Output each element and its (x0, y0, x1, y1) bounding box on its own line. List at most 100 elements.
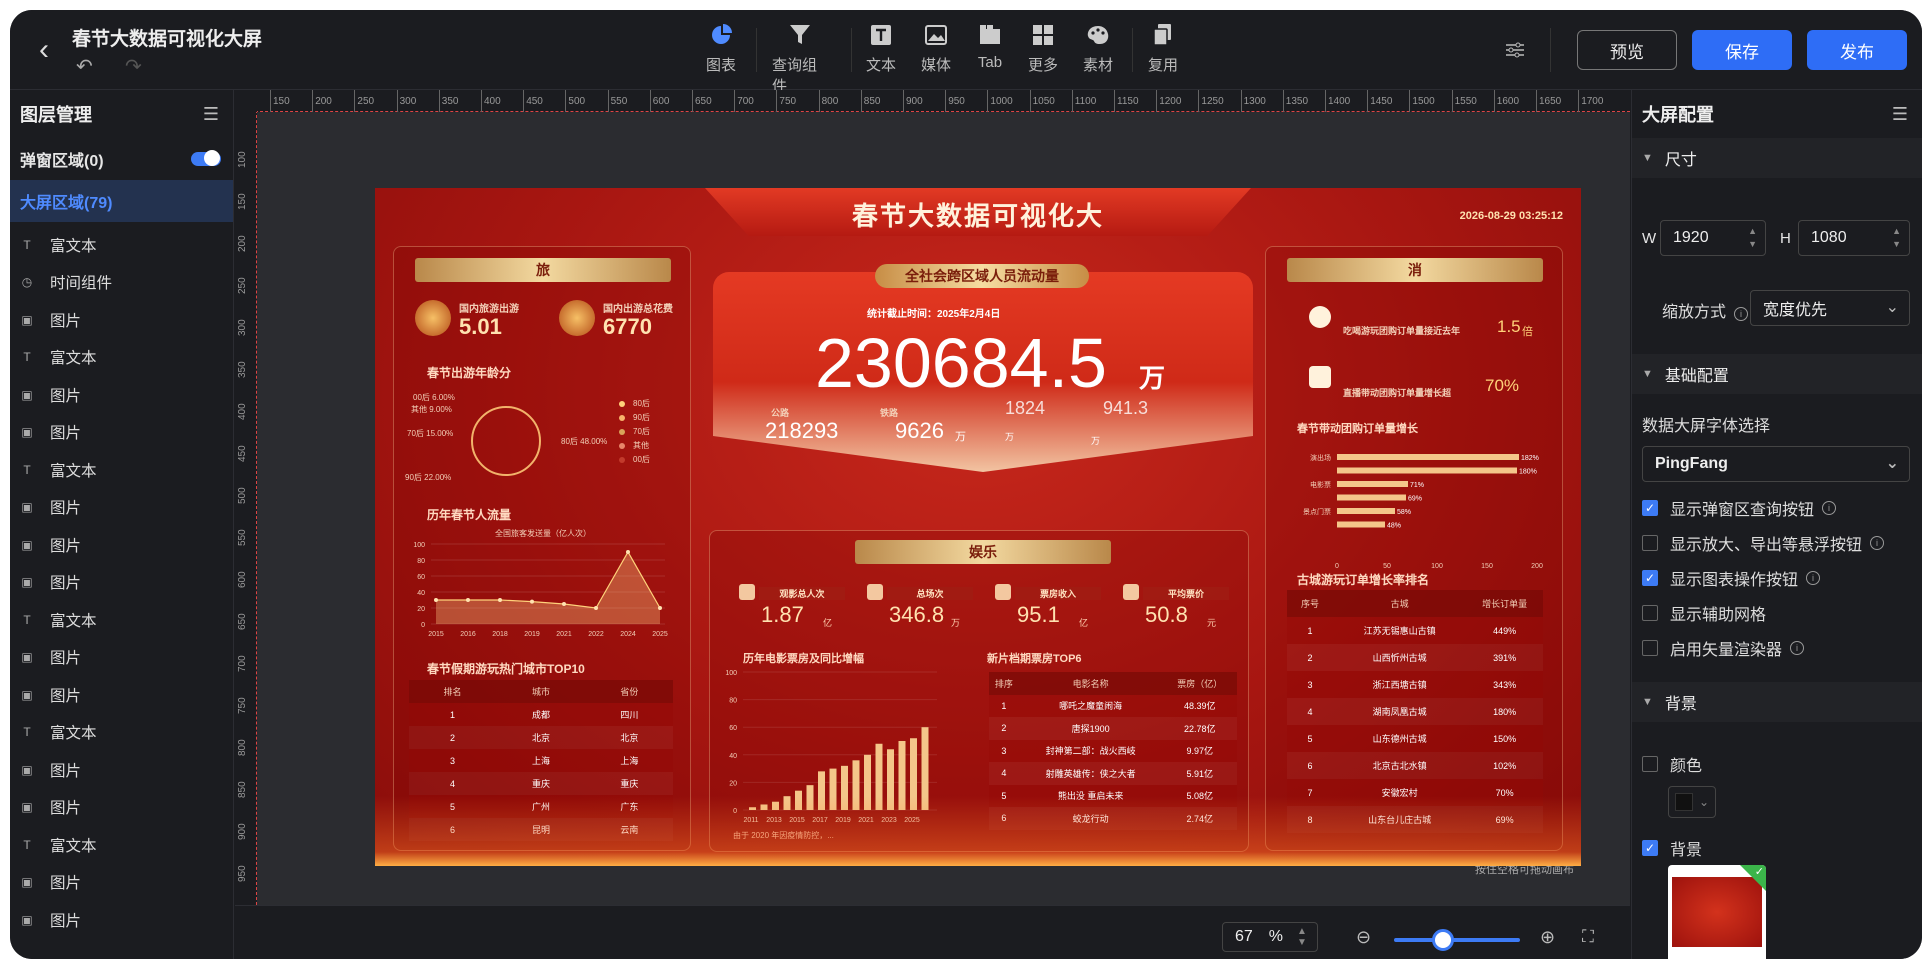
fit-screen-icon[interactable]: ⛶ (1582, 927, 1594, 947)
background-section[interactable]: ▼ 背景 (1632, 682, 1922, 722)
option-checkbox[interactable] (1642, 535, 1658, 551)
font-select[interactable]: PingFang ⌄ (1642, 446, 1910, 482)
zoom-stepper-icon[interactable]: ▲ ▼ (1297, 926, 1307, 948)
size-section[interactable]: ▼ 尺寸 (1632, 138, 1922, 178)
layer-item[interactable]: ▣ 图片 (10, 376, 233, 414)
table-row[interactable]: 3 上海 上海 (409, 749, 673, 772)
layer-item[interactable]: T 富文本 (10, 451, 233, 489)
table-row[interactable]: 3 浙江西塘古镇 343% (1287, 671, 1543, 698)
table-row[interactable]: 1 哪吒之魔童闹海 48.39亿 (989, 694, 1237, 717)
preview-button[interactable]: 预览 (1577, 30, 1677, 70)
info-icon[interactable]: i (1790, 641, 1805, 655)
height-input[interactable]: 1080 ▲ ▼ (1798, 220, 1910, 256)
layer-item[interactable]: ▣ 图片 (10, 489, 233, 527)
publish-button[interactable]: 发布 (1807, 30, 1907, 70)
layer-item[interactable]: ◷ 时间组件 (10, 264, 233, 302)
table-row[interactable]: 2 唐探1900 22.78亿 (989, 717, 1237, 740)
popup-area-row[interactable]: 弹窗区域(0) (10, 138, 233, 180)
table-row[interactable]: 5 熊出没 重启未来 5.08亿 (989, 784, 1237, 807)
option-4[interactable]: 显示辅助网格 (1642, 601, 1766, 625)
option-3[interactable]: ✓ 显示图表操作按钮 i (1642, 566, 1821, 590)
color-option[interactable]: 颜色 (1642, 752, 1702, 776)
big-screen-preview[interactable]: 春节大数据可视化大 2026-08-29 03:25:12 旅 国内旅游出游 5… (375, 188, 1581, 866)
table-row[interactable]: 5 山东德州古城 150% (1287, 725, 1543, 752)
table-row[interactable]: 4 重庆 重庆 (409, 772, 673, 795)
table-row[interactable]: 5 广州 广东 (409, 795, 673, 818)
save-button[interactable]: 保存 (1692, 30, 1792, 70)
color-checkbox[interactable] (1642, 756, 1658, 772)
table-row[interactable]: 6 昆明 云南 (409, 818, 673, 841)
zoom-out-icon[interactable]: ⊖ (1356, 927, 1371, 948)
layer-item[interactable]: T 富文本 (10, 714, 233, 752)
basic-section[interactable]: ▼ 基础配置 (1632, 354, 1922, 394)
settings-sliders-icon[interactable] (1504, 30, 1526, 70)
tool-palette[interactable]: 素材 (1070, 22, 1126, 75)
zoom-slider[interactable] (1394, 929, 1520, 951)
menu-icon[interactable]: ☰ (203, 104, 219, 125)
tool-filter[interactable]: 查询组件 (772, 22, 828, 96)
config-menu-icon[interactable]: ☰ (1892, 104, 1908, 125)
table-row[interactable]: 4 射雕英雄传：侠之大者 5.91亿 (989, 762, 1237, 785)
popup-area-toggle[interactable] (191, 150, 221, 166)
info-icon[interactable]: i (1806, 571, 1821, 585)
option-2[interactable]: 显示放大、导出等悬浮按钮 i (1642, 531, 1885, 555)
tool-image[interactable]: 媒体 (908, 22, 964, 75)
layer-item[interactable]: ▣ 图片 (10, 864, 233, 902)
layer-item[interactable]: ▣ 图片 (10, 789, 233, 827)
table-cell: 5 (1001, 790, 1007, 801)
layer-item[interactable]: ▣ 图片 (10, 751, 233, 789)
height-stepper-icon[interactable]: ▲ ▼ (1892, 225, 1901, 251)
redo-icon[interactable]: ↷ (125, 54, 142, 79)
table-row[interactable]: 1 成都 四川 (409, 703, 673, 726)
option-checkbox[interactable]: ✓ (1642, 570, 1658, 586)
zoom-in-icon[interactable]: ⊕ (1540, 927, 1555, 948)
table-row[interactable]: 4 湖南凤凰古城 180% (1287, 698, 1543, 725)
layer-item[interactable]: ▣ 图片 (10, 564, 233, 602)
color-picker[interactable]: ⌄ (1668, 786, 1716, 818)
table-row[interactable]: 8 山东台儿庄古城 69% (1287, 806, 1543, 833)
layer-item[interactable]: ▣ 图片 (10, 526, 233, 564)
layer-item[interactable]: ▣ 图片 (10, 676, 233, 714)
background-option[interactable]: ✓ 背景 (1642, 836, 1702, 860)
scale-select[interactable]: 宽度优先 ⌄ (1750, 290, 1910, 326)
layer-item[interactable]: T 富文本 (10, 339, 233, 377)
table-row[interactable]: 3 封神第二部：战火西岐 9.97亿 (989, 739, 1237, 762)
layer-item[interactable]: ▣ 图片 (10, 639, 233, 677)
table-row[interactable]: 6 蛟龙行动 2.74亿 (989, 807, 1237, 830)
zoom-input[interactable]: 67 % ▲ ▼ (1222, 922, 1318, 952)
table-row[interactable]: 6 北京古北水镇 102% (1287, 752, 1543, 779)
option-5[interactable]: 启用矢量渲染器 i (1642, 636, 1805, 660)
width-input[interactable]: 1920 ▲ ▼ (1660, 220, 1766, 256)
table-row[interactable]: 1 江苏无锡惠山古镇 449% (1287, 617, 1543, 644)
option-1[interactable]: ✓ 显示弹窗区查询按钮 i (1642, 496, 1837, 520)
info-icon[interactable]: i (1870, 536, 1885, 550)
background-thumbnail[interactable]: ✓ (1668, 865, 1766, 959)
zoom-slider-handle[interactable] (1431, 929, 1454, 951)
layer-item[interactable]: T 富文本 (10, 826, 233, 864)
layer-item[interactable]: ▣ 图片 (10, 901, 233, 939)
screen-area-row[interactable]: 大屏区域(79) (10, 180, 233, 222)
background-checkbox[interactable]: ✓ (1642, 840, 1658, 856)
tool-grid[interactable]: 更多 (1015, 22, 1071, 75)
tool-text[interactable]: 文本 (853, 22, 909, 75)
tool-tab[interactable]: Tab (962, 22, 1018, 71)
info-icon[interactable]: i (1822, 501, 1837, 515)
width-stepper-icon[interactable]: ▲ ▼ (1748, 225, 1757, 251)
layer-item[interactable]: ▣ 图片 (10, 301, 233, 339)
tool-copy[interactable]: 复用 (1135, 22, 1191, 75)
layer-item[interactable]: T 富文本 (10, 226, 233, 264)
table-row[interactable]: 2 山西忻州古城 391% (1287, 644, 1543, 671)
undo-icon[interactable]: ↶ (76, 54, 93, 79)
option-checkbox[interactable] (1642, 640, 1658, 656)
city-table-title: 春节假期游玩热门城市TOP10 (427, 662, 585, 676)
flow-point (530, 599, 534, 604)
layer-item[interactable]: ▣ 图片 (10, 414, 233, 452)
back-arrow-icon[interactable]: ‹ (30, 33, 58, 66)
table-row[interactable]: 2 北京 北京 (409, 726, 673, 749)
tool-pie-chart[interactable]: 图表 (693, 22, 749, 75)
table-row[interactable]: 7 安徽宏村 70% (1287, 779, 1543, 806)
option-checkbox[interactable]: ✓ (1642, 500, 1658, 516)
info-icon[interactable]: i (1734, 307, 1749, 321)
option-checkbox[interactable] (1642, 605, 1658, 621)
layer-item[interactable]: T 富文本 (10, 601, 233, 639)
